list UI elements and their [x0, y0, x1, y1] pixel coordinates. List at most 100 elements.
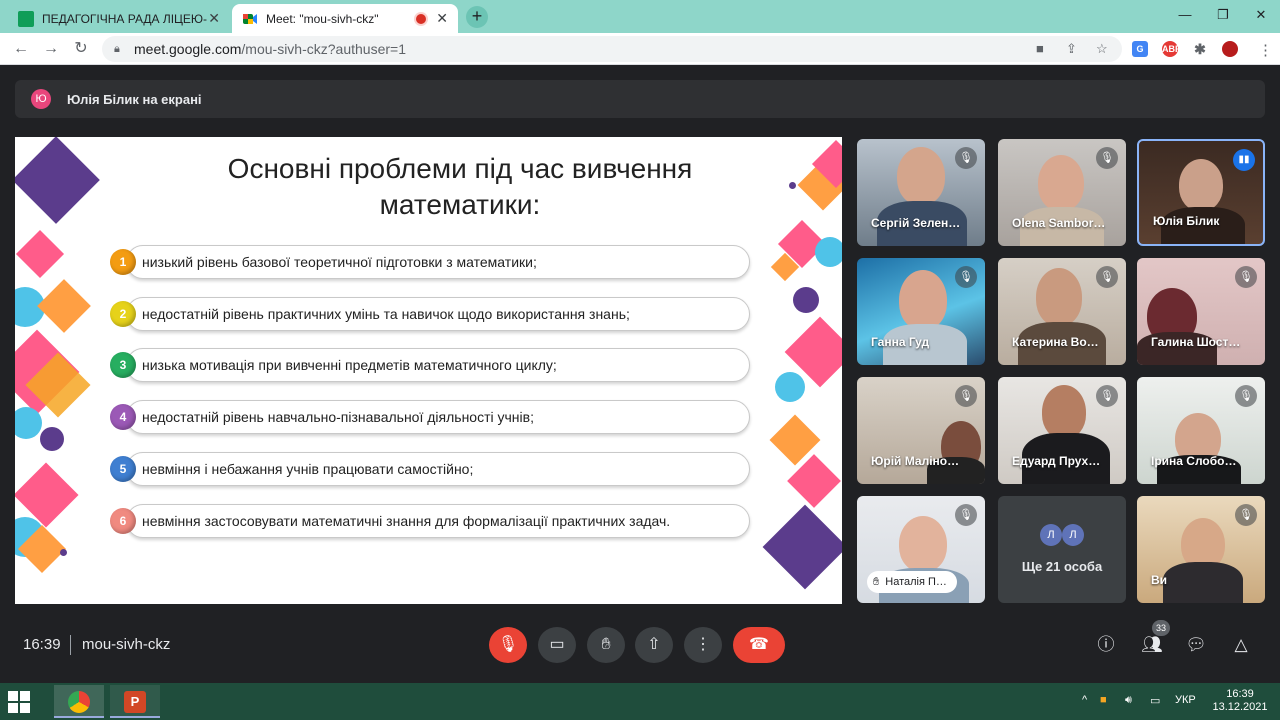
item-text: низька мотивація при вивченні предметів … [142, 357, 557, 373]
tray-expand-icon[interactable]: ^ [1082, 694, 1087, 706]
people-icon[interactable]: 👥︎ [1140, 633, 1164, 657]
minimize-icon[interactable]: — [1166, 0, 1204, 33]
forward-arrow-icon[interactable]: → [40, 38, 62, 60]
mic-off-icon: 🎙︎ [955, 504, 977, 526]
profile-avatar[interactable] [1222, 41, 1238, 57]
present-screen-icon: ⇧ [647, 636, 661, 653]
decorative-circle [793, 287, 819, 313]
activities-icon[interactable]: △ [1229, 633, 1253, 657]
adblock-icon[interactable]: ABP [1162, 41, 1181, 57]
item-number: 6 [110, 508, 136, 534]
volume-icon[interactable]: 🔊︎ [1125, 694, 1132, 707]
reload-icon[interactable]: ↻ [70, 38, 92, 60]
decorative-circle [15, 407, 42, 439]
restore-icon[interactable]: ❐ [1204, 0, 1242, 33]
tray-app-icon[interactable]: ■ [1100, 694, 1107, 706]
participant-video [897, 147, 945, 205]
camera-in-use-icon[interactable]: ■ [1036, 41, 1044, 56]
camera-toggle-button[interactable]: ▭ [538, 627, 576, 663]
participant-name: Галина Шост… [1151, 335, 1241, 349]
mic-off-icon: 🎙︎ [497, 636, 519, 653]
address-bar[interactable]: 🔒︎ meet.google.com/mou-sivh-ckz?authuser… [102, 36, 1122, 62]
participant-video [1036, 268, 1082, 326]
chat-icon[interactable]: 💬︎ [1184, 633, 1208, 657]
item-text: недостатній рівень навчально-пізнавально… [142, 409, 534, 425]
decorative-circle [815, 237, 842, 267]
menu-kebab-icon[interactable]: ⋮ [1258, 41, 1273, 59]
presenter-avatar: Ю [31, 89, 51, 109]
slide-list-item: 5 невміння і небажання учнів працювати с… [110, 452, 750, 486]
tab-meet[interactable]: Meet: "mou-sivh-ckz" ✕ [232, 4, 458, 33]
participant-tile-self[interactable]: 🎙︎ Ви [1137, 496, 1265, 603]
mic-off-icon: 🎙︎ [1096, 147, 1118, 169]
url-path: /mou-sivh-ckz?authuser=1 [241, 41, 406, 57]
item-number: 1 [110, 249, 136, 275]
participant-tile[interactable]: 🎙︎ ✋︎ Наталія П… [857, 496, 985, 603]
decorative-diamond [762, 504, 842, 590]
participant-video [1038, 155, 1084, 211]
mic-toggle-button[interactable]: 🎙︎ [489, 627, 527, 663]
slide-list-item: 2 недостатній рівень практичних умінь та… [110, 297, 750, 331]
participant-tile[interactable]: 🎙︎ Ганна Гуд [857, 258, 985, 365]
network-icon[interactable]: ▭ [1150, 694, 1160, 707]
raised-hand-icon: ✋︎ [873, 575, 880, 588]
more-participants-tile[interactable]: Л Л Ще 21 особа [998, 496, 1126, 603]
meeting-code: mou-sivh-ckz [82, 636, 171, 653]
participant-tile-speaking[interactable]: ▮▮ Юлія Білик [1137, 139, 1265, 246]
taskbar-clock[interactable]: 16:39 13.12.2021 [1210, 688, 1270, 714]
windows-taskbar: P [0, 683, 1280, 720]
speaking-indicator-icon: ▮▮ [1233, 149, 1255, 171]
close-tab-icon[interactable]: ✕ [208, 10, 220, 27]
presenting-label: Юлія Білик на екрані [67, 91, 202, 107]
participant-tile[interactable]: 🎙︎ Юрій Маліно… [857, 377, 985, 484]
share-icon[interactable]: ⇪ [1066, 41, 1077, 57]
participant-tile[interactable]: 🎙︎ Едуард Прух… [998, 377, 1126, 484]
browser-toolbar: ← → ↻ 🔒︎ meet.google.com/mou-sivh-ckz?au… [0, 33, 1280, 65]
language-indicator[interactable]: УКР [1175, 694, 1196, 706]
back-arrow-icon[interactable]: ← [10, 38, 32, 60]
recording-indicator-icon [416, 13, 427, 24]
participant-name: Ірина Слобо… [1151, 454, 1237, 468]
participant-tile[interactable]: 🎙︎ Olena Sambor… [998, 139, 1126, 246]
participant-tile[interactable]: 🎙︎ Катерина Во… [998, 258, 1126, 365]
participant-video [899, 270, 947, 330]
windows-start-icon[interactable] [8, 691, 30, 713]
end-call-icon: ☎︎ [749, 636, 769, 653]
mic-off-icon: 🎙︎ [1096, 266, 1118, 288]
extensions-puzzle-icon[interactable]: ✱ [1192, 41, 1208, 57]
decorative-dot [60, 549, 67, 556]
tab-classroom[interactable]: ПЕДАГОГІЧНА РАДА ЛІЦЕЮ-ІНТ ✕ [8, 4, 230, 33]
participant-tile[interactable]: 🎙︎ Галина Шост… [1137, 258, 1265, 365]
participant-avatar: Л [1062, 524, 1084, 546]
google-meet-icon [242, 11, 258, 27]
google-classroom-icon [18, 10, 34, 27]
meeting-details-icon[interactable]: ⓘ [1094, 633, 1118, 657]
decorative-circle [775, 372, 805, 402]
tab-title: ПЕДАГОГІЧНА РАДА ЛІЦЕЮ-ІНТ [42, 11, 209, 26]
item-text: низький рівень базової теоретичної підго… [142, 254, 537, 270]
present-now-button[interactable]: ⇧ [635, 627, 673, 663]
participant-tile[interactable]: 🎙︎ Сергій Зелен… [857, 139, 985, 246]
decorative-dot [789, 182, 796, 189]
item-number: 3 [110, 352, 136, 378]
taskbar-powerpoint[interactable]: P [110, 685, 160, 718]
more-vert-icon: ⋮ [695, 636, 711, 653]
participant-name: Наталія П… [885, 576, 947, 588]
close-window-icon[interactable]: ✕ [1242, 0, 1280, 33]
new-tab-button[interactable]: + [466, 6, 488, 28]
participant-tile[interactable]: 🎙︎ Ірина Слобо… [1137, 377, 1265, 484]
taskbar-chrome[interactable] [54, 685, 104, 718]
decorative-diamond [15, 137, 100, 224]
slide-title: Основні проблеми під час вивчення матема… [227, 153, 693, 220]
bookmark-star-icon[interactable]: ☆ [1096, 41, 1108, 57]
meeting-clock: 16:39 [23, 636, 61, 653]
taskbar-date: 13.12.2021 [1212, 701, 1268, 713]
participant-video [1163, 562, 1243, 603]
google-translate-icon[interactable]: G [1132, 41, 1148, 57]
item-text: невміння застосовувати математичні знанн… [142, 513, 671, 529]
close-tab-icon[interactable]: ✕ [436, 10, 448, 27]
raise-hand-button[interactable]: ✋︎ [587, 627, 625, 663]
decorative-diamond [15, 229, 65, 279]
leave-call-button[interactable]: ☎︎ [733, 627, 785, 663]
more-options-button[interactable]: ⋮ [684, 627, 722, 663]
